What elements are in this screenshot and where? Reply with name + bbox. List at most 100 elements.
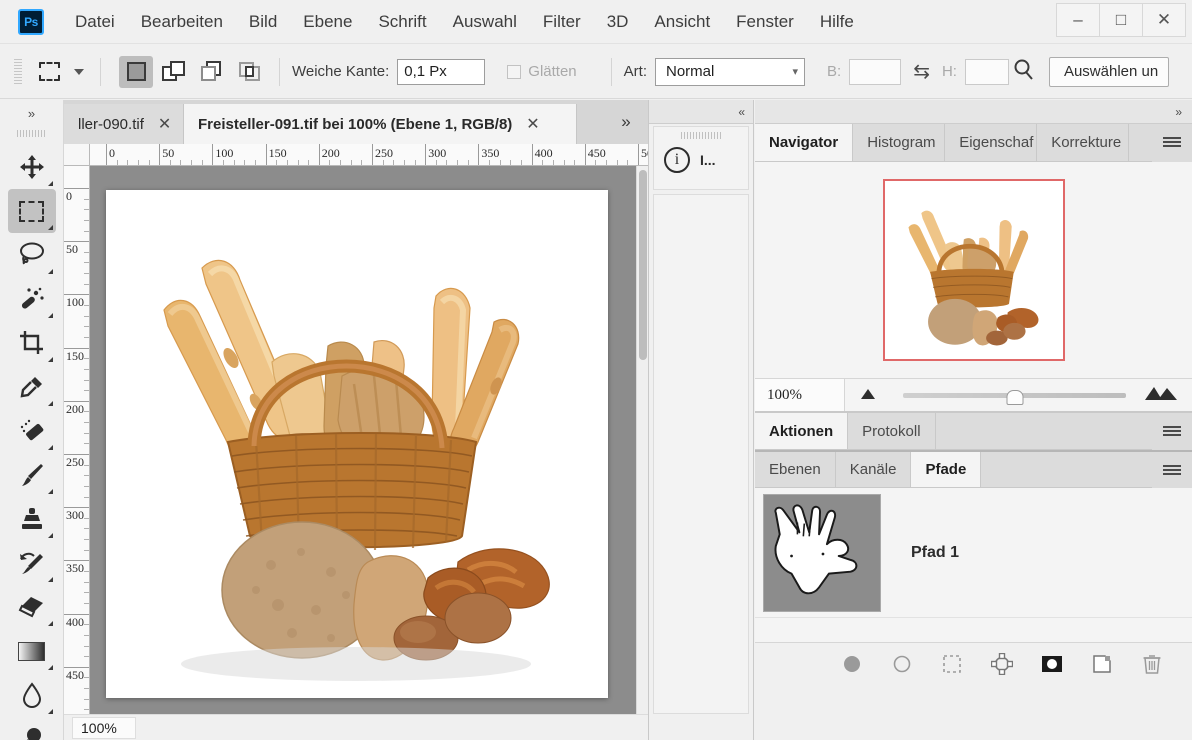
info-dock-collapse-icon[interactable]: « bbox=[649, 100, 753, 124]
window-controls: – □ ✕ bbox=[1057, 3, 1186, 37]
menu-3d[interactable]: 3D bbox=[594, 8, 642, 36]
tab-histogramm[interactable]: Histogram bbox=[853, 124, 945, 161]
bread-basket-thumbnail bbox=[885, 181, 1063, 359]
actions-panel-menu-icon[interactable] bbox=[1152, 413, 1192, 451]
menu-bar: Ps Datei Bearbeiten Bild Ebene Schrift A… bbox=[0, 0, 1192, 44]
divider bbox=[611, 58, 612, 86]
path-mask-thumbnail[interactable] bbox=[763, 494, 881, 612]
antialias-checkbox[interactable] bbox=[507, 65, 521, 79]
quick-selection-tool[interactable] bbox=[8, 277, 56, 321]
maximize-button[interactable]: □ bbox=[1099, 3, 1143, 37]
tab-navigator[interactable]: Navigator bbox=[755, 124, 853, 161]
close-icon[interactable]: ✕ bbox=[526, 114, 539, 134]
delete-path-icon[interactable] bbox=[1140, 652, 1164, 676]
tab-korrekturen[interactable]: Korrekture bbox=[1037, 124, 1129, 161]
ruler-tick-h: 300 bbox=[425, 144, 426, 166]
eyedropper-tool[interactable] bbox=[8, 365, 56, 409]
menu-bearbeiten[interactable]: Bearbeiten bbox=[128, 8, 236, 36]
make-work-path-icon[interactable] bbox=[990, 652, 1014, 676]
height-input[interactable] bbox=[965, 59, 1009, 85]
menu-schrift[interactable]: Schrift bbox=[365, 8, 439, 36]
ruler-tick-v: 450 bbox=[64, 667, 90, 668]
path-list-item[interactable]: Pfad 1 bbox=[755, 488, 1192, 618]
fill-path-icon[interactable] bbox=[840, 652, 864, 676]
ruler-tick-v: 150 bbox=[64, 348, 90, 349]
tab-overflow-icon[interactable]: » bbox=[604, 100, 648, 144]
close-icon[interactable]: ✕ bbox=[158, 114, 171, 134]
eraser-tool[interactable] bbox=[8, 585, 56, 629]
brush-tool[interactable] bbox=[8, 453, 56, 497]
add-to-selection-button[interactable] bbox=[157, 56, 191, 88]
menu-hilfe[interactable]: Hilfe bbox=[807, 8, 867, 36]
info-panel-grip[interactable] bbox=[681, 132, 721, 139]
swap-arrows-icon[interactable]: ⇆ bbox=[913, 59, 930, 84]
zoom-slider-thumb[interactable] bbox=[1006, 390, 1023, 405]
right-dock-collapse-icon[interactable]: » bbox=[755, 100, 1192, 124]
crop-tool[interactable] bbox=[8, 321, 56, 365]
tools-panel-grip[interactable] bbox=[17, 130, 47, 137]
menu-ebene[interactable]: Ebene bbox=[290, 8, 365, 36]
navigator-panel-menu-icon[interactable] bbox=[1152, 124, 1192, 162]
close-button[interactable]: ✕ bbox=[1142, 3, 1186, 37]
status-zoom-level[interactable]: 100% bbox=[72, 717, 136, 739]
canvas-vertical-scrollbar[interactable] bbox=[636, 166, 648, 714]
tools-collapse-icon[interactable]: » bbox=[0, 100, 63, 126]
document-tab-0[interactable]: ller-090.tif ✕ bbox=[64, 104, 184, 144]
tab-pfade[interactable]: Pfade bbox=[911, 452, 981, 487]
new-selection-button[interactable] bbox=[119, 56, 153, 88]
blur-tool[interactable] bbox=[8, 673, 56, 717]
ruler-corner[interactable] bbox=[64, 144, 90, 166]
lasso-tool[interactable] bbox=[8, 233, 56, 277]
search-icon[interactable] bbox=[1011, 57, 1035, 86]
horizontal-ruler[interactable]: 05010015020025030035040045050 bbox=[90, 144, 648, 166]
tab-eigenschaften[interactable]: Eigenschaf bbox=[945, 124, 1037, 161]
tab-kanaele[interactable]: Kanäle bbox=[836, 452, 912, 487]
canvas-viewport[interactable] bbox=[90, 166, 636, 714]
gradient-tool[interactable] bbox=[8, 629, 56, 673]
menu-ansicht[interactable]: Ansicht bbox=[641, 8, 723, 36]
load-selection-icon[interactable] bbox=[940, 652, 964, 676]
info-dock-empty-area bbox=[653, 194, 749, 714]
menu-fenster[interactable]: Fenster bbox=[723, 8, 807, 36]
menu-datei[interactable]: Datei bbox=[62, 8, 128, 36]
tab-protokoll[interactable]: Protokoll bbox=[848, 413, 935, 449]
dodge-tool[interactable] bbox=[8, 717, 56, 740]
ruler-tick-label: 0 bbox=[66, 190, 76, 202]
spot-healing-brush-tool[interactable] bbox=[8, 409, 56, 453]
menu-bild[interactable]: Bild bbox=[236, 8, 290, 36]
history-brush-tool[interactable] bbox=[8, 541, 56, 585]
navigator-zoom-value[interactable]: 100% bbox=[755, 379, 845, 411]
artboard[interactable] bbox=[106, 190, 608, 698]
navigator-thumbnail[interactable] bbox=[883, 179, 1065, 361]
new-path-icon[interactable] bbox=[1090, 652, 1114, 676]
scrollbar-thumb[interactable] bbox=[639, 170, 647, 360]
feather-input[interactable]: 0,1 Px bbox=[397, 59, 485, 85]
ruler-tick-h: 50 bbox=[638, 144, 639, 166]
select-and-mask-button[interactable]: Auswählen un bbox=[1049, 57, 1169, 87]
add-layer-mask-icon[interactable] bbox=[1040, 652, 1064, 676]
layers-panel-menu-icon[interactable] bbox=[1152, 452, 1192, 490]
subtract-from-selection-button[interactable] bbox=[195, 56, 229, 88]
zoom-in-large-mountain-icon[interactable] bbox=[1144, 385, 1178, 406]
active-tool-preview-icon[interactable] bbox=[32, 57, 66, 87]
minimize-button[interactable]: – bbox=[1056, 3, 1100, 37]
move-tool[interactable] bbox=[8, 145, 56, 189]
menu-filter[interactable]: Filter bbox=[530, 8, 594, 36]
vertical-ruler[interactable]: 05010015020025030035040045050 bbox=[64, 166, 90, 714]
rectangular-marquee-tool[interactable] bbox=[8, 189, 56, 233]
info-panel-collapsed[interactable]: i I... bbox=[653, 126, 749, 190]
tab-aktionen[interactable]: Aktionen bbox=[755, 413, 848, 449]
menu-auswahl[interactable]: Auswahl bbox=[440, 8, 530, 36]
tab-ebenen[interactable]: Ebenen bbox=[755, 452, 836, 487]
ruler-tick-label: 300 bbox=[66, 509, 76, 521]
tool-preset-chevron-down-icon[interactable] bbox=[74, 69, 84, 75]
zoom-out-small-mountain-icon[interactable] bbox=[859, 386, 885, 405]
style-select[interactable]: Normal ▾ bbox=[655, 58, 805, 86]
intersect-selection-button[interactable] bbox=[233, 56, 267, 88]
document-tab-1[interactable]: Freisteller-091.tif bei 100% (Ebene 1, R… bbox=[184, 104, 577, 144]
stroke-path-icon[interactable] bbox=[890, 652, 914, 676]
width-input[interactable] bbox=[849, 59, 901, 85]
clone-stamp-tool[interactable] bbox=[8, 497, 56, 541]
options-bar-grip[interactable] bbox=[14, 59, 22, 85]
navigator-zoom-slider[interactable] bbox=[899, 379, 1130, 411]
